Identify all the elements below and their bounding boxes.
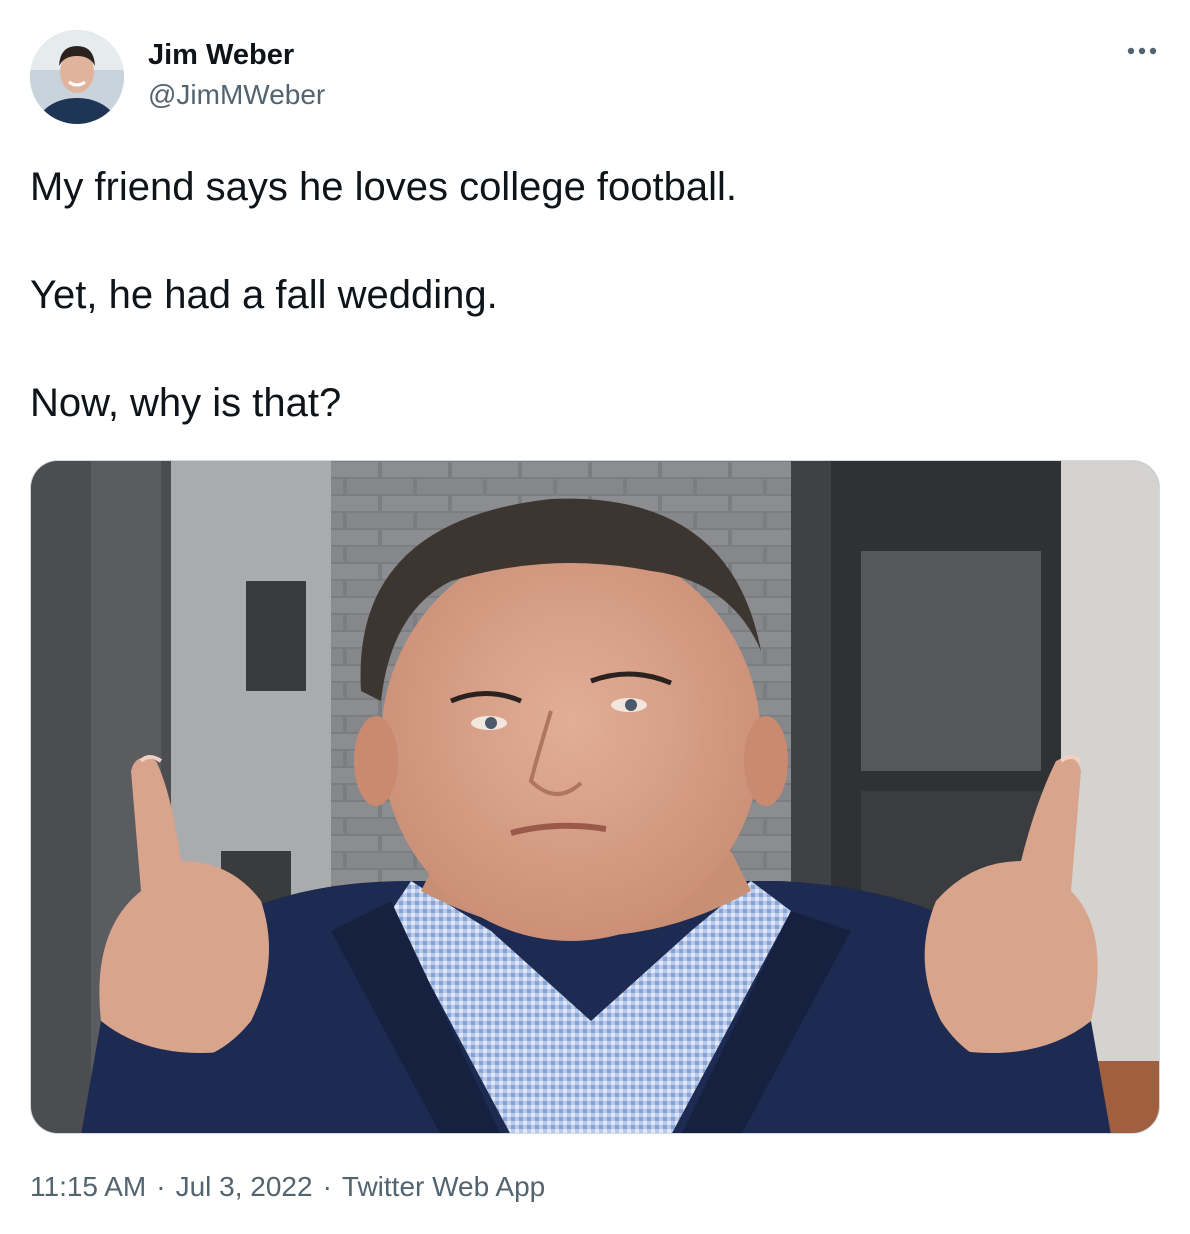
meta-separator: · [156, 1171, 166, 1202]
tweet-source-link[interactable]: Twitter Web App [342, 1170, 545, 1204]
tweet-timestamp-time[interactable]: 11:15 AM [30, 1170, 146, 1204]
tweet-line: My friend says he loves college football… [30, 165, 738, 209]
more-horizontal-icon [1127, 47, 1157, 55]
tweet-line: Now, why is that? [30, 381, 342, 425]
photo-man-pointing-up [31, 461, 1159, 1133]
more-options-button[interactable] [1122, 36, 1162, 66]
author-handle[interactable]: @JimMWeber [148, 79, 325, 111]
tweet-card: Jim Weber @JimMWeber My friend says he l… [0, 0, 1190, 1234]
tweet-media-image[interactable] [30, 460, 1160, 1134]
avatar[interactable] [30, 30, 124, 124]
tweet-text: My friend says he loves college football… [30, 160, 1150, 430]
author-name[interactable]: Jim Weber [148, 38, 294, 72]
avatar-image [30, 30, 124, 124]
meta-separator: · [322, 1171, 332, 1202]
tweet-meta: 11:15 AM · Jul 3, 2022 · Twitter Web App [30, 1170, 545, 1204]
tweet-line: Yet, he had a fall wedding. [30, 273, 498, 317]
tweet-timestamp-date[interactable]: Jul 3, 2022 [176, 1170, 313, 1204]
